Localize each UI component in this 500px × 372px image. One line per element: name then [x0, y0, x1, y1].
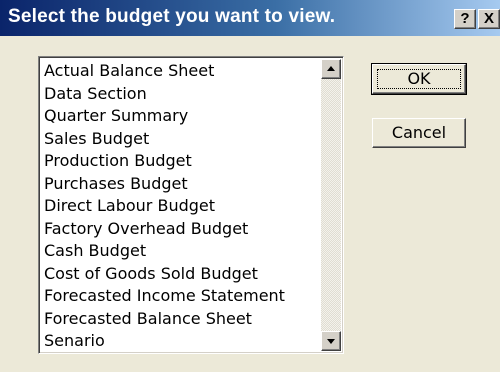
- list-item[interactable]: Senario: [42, 330, 308, 353]
- list-item[interactable]: Production Budget: [42, 150, 308, 173]
- arrow-up-icon: [327, 66, 335, 71]
- help-button[interactable]: ?: [454, 9, 476, 29]
- scroll-down-button[interactable]: [321, 331, 341, 351]
- budget-listbox[interactable]: Actual Balance Sheet Data Section Quarte…: [38, 56, 344, 354]
- budget-list-items: Actual Balance Sheet Data Section Quarte…: [42, 60, 308, 353]
- list-item[interactable]: Purchases Budget: [42, 173, 308, 196]
- list-item[interactable]: Forecasted Balance Sheet: [42, 308, 308, 331]
- list-item[interactable]: Cash Budget: [42, 240, 308, 263]
- list-item[interactable]: Factory Overhead Budget: [42, 218, 308, 241]
- scroll-up-button[interactable]: [321, 59, 341, 79]
- focus-rectangle: [377, 69, 461, 89]
- cancel-button[interactable]: Cancel: [372, 118, 466, 148]
- title-bar[interactable]: Select the budget you want to view. ? X: [0, 0, 500, 36]
- ok-button[interactable]: OK: [371, 63, 467, 95]
- close-button[interactable]: X: [478, 9, 500, 29]
- dialog-title: Select the budget you want to view.: [8, 6, 336, 27]
- list-item[interactable]: Direct Labour Budget: [42, 195, 308, 218]
- cancel-button-label: Cancel: [391, 123, 447, 142]
- list-item[interactable]: Actual Balance Sheet: [42, 60, 308, 83]
- list-item[interactable]: Quarter Summary: [42, 105, 308, 128]
- arrow-down-icon: [327, 339, 335, 344]
- list-item[interactable]: Data Section: [42, 83, 308, 106]
- list-item[interactable]: Sales Budget: [42, 128, 308, 151]
- list-item[interactable]: Cost of Goods Sold Budget: [42, 263, 308, 286]
- vertical-scrollbar[interactable]: [321, 59, 341, 351]
- budget-select-dialog: Select the budget you want to view. ? X …: [0, 0, 500, 372]
- list-item[interactable]: Forecasted Income Statement: [42, 285, 308, 308]
